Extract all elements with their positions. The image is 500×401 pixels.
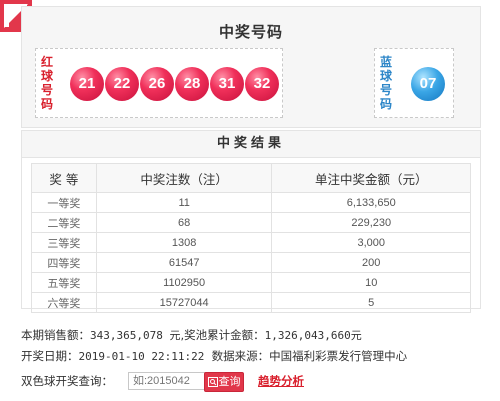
table-row: 四等奖 61547 200 bbox=[31, 252, 471, 273]
prize-table: 奖 等 中奖注数（注） 单注中奖金额（元） 一等奖 11 6,133,650 二… bbox=[31, 163, 471, 313]
prize-amount: 200 bbox=[271, 252, 471, 273]
winning-numbers-title: 中奖号码 bbox=[218, 23, 283, 41]
prize-level: 五等奖 bbox=[31, 272, 97, 293]
prize-amount: 229,230 bbox=[271, 212, 471, 233]
pool-label: ,奖池累计金额： bbox=[180, 328, 265, 342]
draw-date: 2019-01-10 22:11:22 bbox=[78, 350, 205, 363]
red-ball: 31 bbox=[210, 67, 244, 101]
winner-count: 61547 bbox=[95, 252, 273, 273]
red-ball: 21 bbox=[70, 67, 104, 101]
winner-count: 1102950 bbox=[95, 272, 273, 293]
header-amount: 单注中奖金额（元） bbox=[271, 163, 471, 193]
header-level: 奖 等 bbox=[31, 163, 97, 193]
source-label: 数据来源： bbox=[211, 349, 270, 363]
results-panel: 中奖结果 奖 等 中奖注数（注） 单注中奖金额（元） 一等奖 11 6,133,… bbox=[21, 130, 481, 313]
header-count: 中奖注数（注） bbox=[95, 163, 273, 193]
date-label: 开奖日期： bbox=[21, 349, 79, 363]
prize-level: 一等奖 bbox=[31, 192, 97, 213]
winner-count: 15727044 bbox=[95, 292, 273, 313]
pool-value: 1,326,043,660元 bbox=[264, 329, 362, 342]
sales-label: 本期销售额： bbox=[21, 328, 90, 342]
query-button-label: 查询 bbox=[218, 375, 241, 388]
winner-count: 11 bbox=[95, 192, 273, 213]
winning-numbers-panel: 中奖号码 红 球 号 码 21 22 26 28 31 32 蓝 球 号 码 0… bbox=[21, 6, 481, 128]
query-button[interactable]: 查询 bbox=[204, 372, 244, 392]
red-ball: 32 bbox=[245, 67, 279, 101]
red-ball: 28 bbox=[175, 67, 209, 101]
blue-ball-area: 蓝 球 号 码 07 bbox=[374, 48, 454, 118]
draw-info-line: 开奖日期：2019-01-10 22:11:22 数据来源：中国福利彩票发行管理… bbox=[21, 348, 407, 364]
blue-ball: 07 bbox=[411, 67, 445, 101]
prize-amount: 5 bbox=[271, 292, 471, 313]
red-ball-label: 红 球 号 码 bbox=[41, 55, 54, 111]
prize-level: 四等奖 bbox=[31, 252, 97, 273]
blue-ball-label: 蓝 球 号 码 bbox=[380, 55, 393, 111]
red-ball: 26 bbox=[140, 67, 174, 101]
draw-number-input[interactable] bbox=[128, 372, 208, 390]
red-ball: 22 bbox=[105, 67, 139, 101]
prize-level: 三等奖 bbox=[31, 232, 97, 253]
prize-amount: 10 bbox=[271, 272, 471, 293]
search-icon bbox=[207, 377, 218, 387]
sales-value: 343,365,078 元 bbox=[90, 329, 181, 342]
source-value: 中国福利彩票发行管理中心 bbox=[269, 349, 408, 363]
table-header-row: 奖 等 中奖注数（注） 单注中奖金额（元） bbox=[31, 163, 471, 193]
table-row: 六等奖 15727044 5 bbox=[31, 292, 471, 313]
red-ball-area: 红 球 号 码 21 22 26 28 31 32 bbox=[35, 48, 283, 118]
prize-amount: 6,133,650 bbox=[271, 192, 471, 213]
winner-count: 1308 bbox=[95, 232, 273, 253]
table-row: 三等奖 1308 3,000 bbox=[31, 232, 471, 253]
table-row: 一等奖 11 6,133,650 bbox=[31, 192, 471, 213]
search-label: 双色球开奖查询： bbox=[21, 374, 113, 388]
prize-level: 六等奖 bbox=[31, 292, 97, 313]
winner-count: 68 bbox=[95, 212, 273, 233]
table-row: 五等奖 1102950 10 bbox=[31, 272, 471, 293]
results-title: 中奖结果 bbox=[22, 131, 480, 158]
sales-info-line: 本期销售额：343,365,078 元,奖池累计金额：1,326,043,660… bbox=[21, 327, 362, 343]
table-row: 二等奖 68 229,230 bbox=[31, 212, 471, 233]
prize-level: 二等奖 bbox=[31, 212, 97, 233]
trend-analysis-link[interactable]: 趋势分析 bbox=[258, 373, 304, 389]
prize-amount: 3,000 bbox=[271, 232, 471, 253]
